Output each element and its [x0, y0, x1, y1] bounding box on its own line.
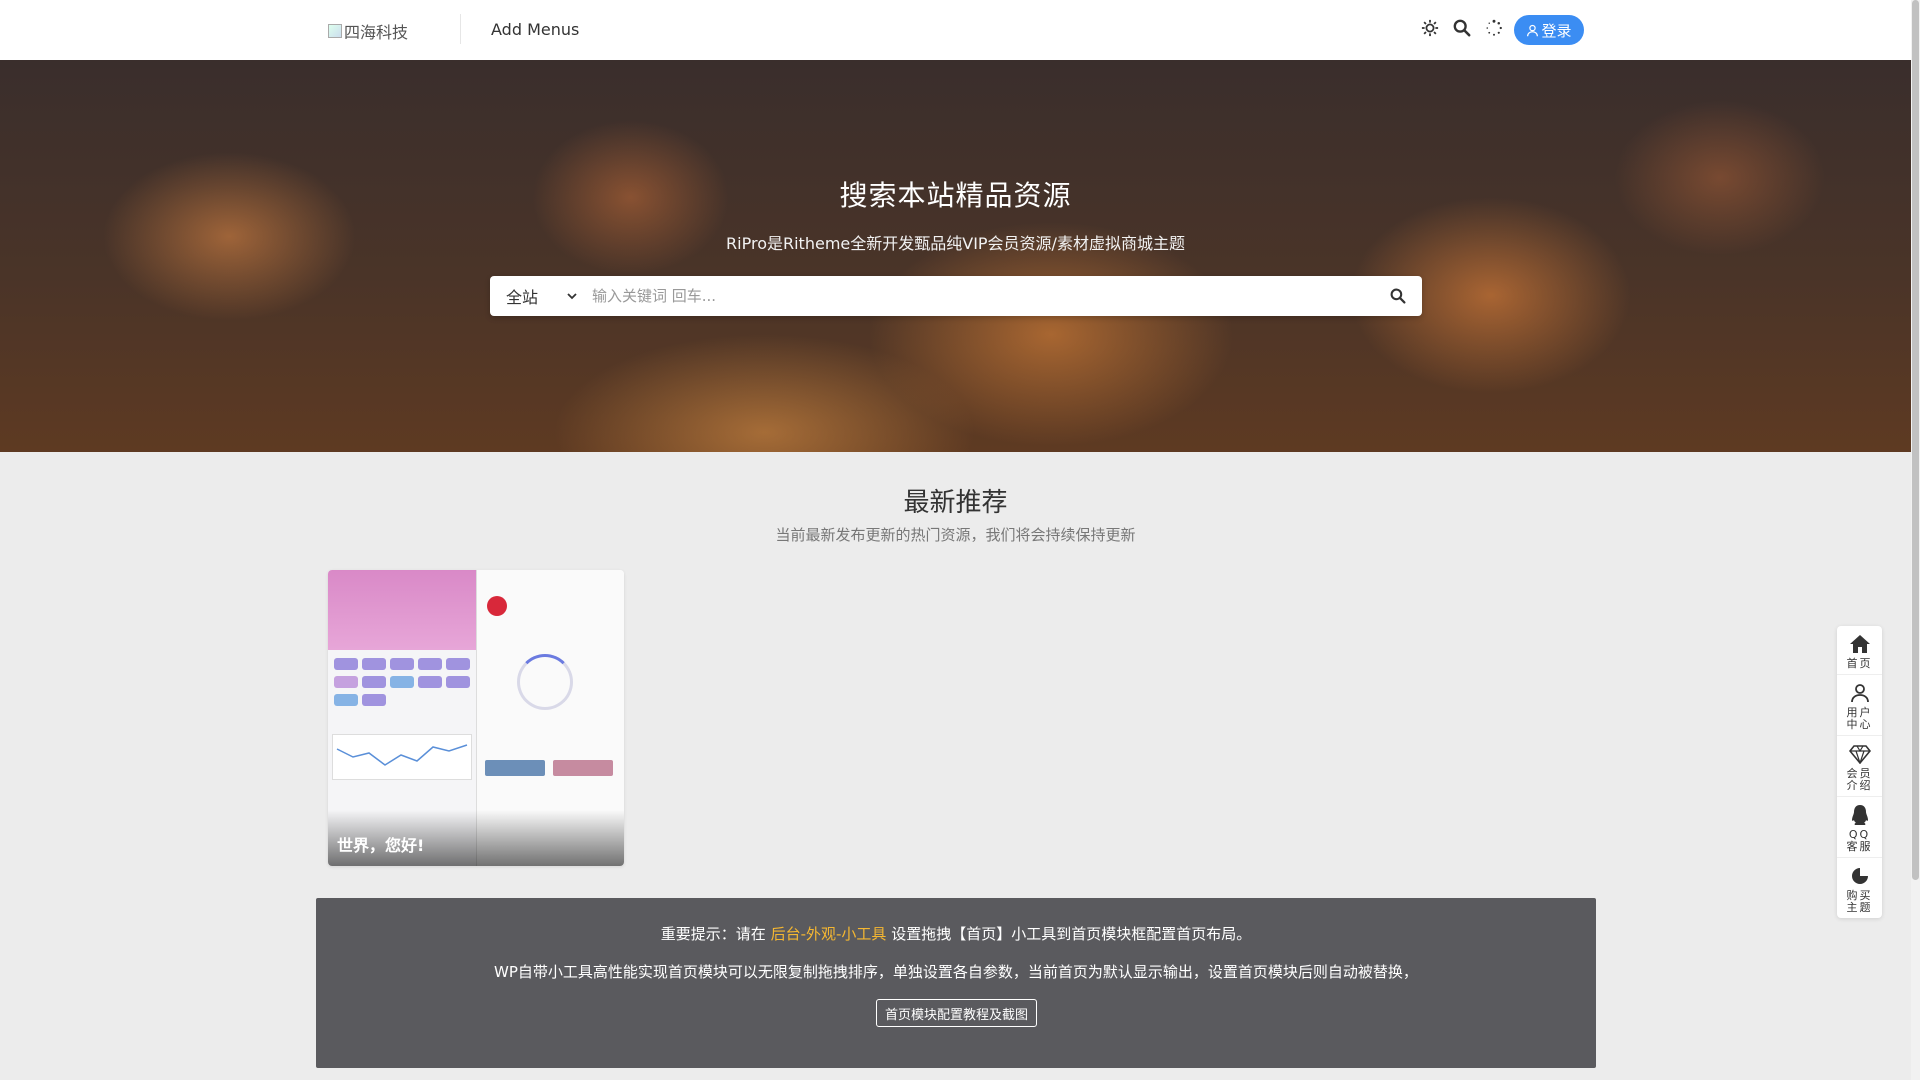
sidenav-user-center[interactable]: 用户中心 [1837, 675, 1882, 736]
thumbnail-button-blue [485, 760, 545, 776]
diamond-icon [1848, 742, 1872, 766]
loading-icon[interactable] [1483, 17, 1505, 39]
page-scrollbar[interactable] [1911, 0, 1920, 1080]
notice-line-1: 重要提示：请在 后台-外观-小工具 设置拖拽【首页】小工具到首页模块框配置首页布… [316, 923, 1596, 944]
site-logo[interactable]: 四海科技 [328, 19, 408, 43]
top-header: 四海科技 Add Menus 登录 [0, 0, 1911, 60]
search-scope-select[interactable]: 全站 [490, 276, 592, 316]
sidenav-label: 首页 [1846, 657, 1873, 670]
notice-widgets-link[interactable]: 后台-外观-小工具 [771, 925, 887, 943]
notice-prefix: 重要提示：请在 [660, 925, 766, 943]
search-bar: 全站 [490, 276, 1422, 316]
sidenav-label: 会员介绍 [1846, 767, 1873, 792]
thumbnail-button-pink [553, 760, 613, 776]
search-icon[interactable] [1451, 17, 1473, 39]
menu-add-menus[interactable]: Add Menus [491, 20, 579, 39]
tutorial-button[interactable]: 首页模块配置教程及截图 [876, 999, 1037, 1027]
user-icon [1527, 24, 1539, 36]
login-button[interactable]: 登录 [1514, 15, 1584, 45]
sidenav-buy-theme[interactable]: 购买主题 [1837, 858, 1882, 918]
search-input[interactable] [592, 276, 1374, 316]
chevron-down-icon [567, 293, 577, 300]
bank-logo-icon [487, 596, 507, 616]
hero-title: 搜索本站精品资源 [839, 179, 1072, 212]
hero-subtitle: RiPro是Ritheme全新开发甄品纯VIP会员资源/素材虚拟商城主题 [726, 234, 1185, 253]
login-label: 登录 [1541, 21, 1572, 40]
section-title: 最新推荐 [903, 488, 1008, 518]
sidenav-label: QQ客服 [1846, 828, 1873, 853]
sidenav-home[interactable]: 首页 [1837, 626, 1882, 675]
search-submit-button[interactable] [1374, 276, 1422, 316]
sidenav-label: 用户中心 [1846, 706, 1873, 731]
qq-icon [1848, 803, 1872, 827]
search-icon [1390, 288, 1406, 304]
sidenav-label: 购买主题 [1846, 889, 1873, 914]
thumbnail-chart [332, 734, 472, 780]
hero-banner: 搜索本站精品资源 RiPro是Ritheme全新开发甄品纯VIP会员资源/素材虚… [0, 60, 1911, 452]
theme-toggle-icon[interactable] [1419, 17, 1441, 39]
post-card[interactable]: 世界，您好! [328, 570, 624, 866]
shop-icon [1848, 864, 1872, 888]
sidenav-qq[interactable]: QQ客服 [1837, 797, 1882, 858]
home-icon [1848, 632, 1872, 656]
thumbnail-app-grid [334, 658, 470, 706]
notice-suffix: 设置拖拽【首页】小工具到首页模块框配置首页布局。 [891, 925, 1252, 943]
post-title[interactable]: 世界，您好! [337, 832, 424, 856]
section-subtitle: 当前最新发布更新的热门资源，我们将会持续保持更新 [775, 526, 1136, 544]
header-divider [460, 14, 461, 44]
broken-image-icon [328, 24, 342, 38]
thumbnail-ring [517, 654, 573, 710]
side-float-nav: 首页 用户中心 会员介绍 QQ客服 购买主题 [1837, 626, 1882, 918]
scrollbar-thumb[interactable] [1912, 0, 1919, 880]
notice-box: 重要提示：请在 后台-外观-小工具 设置拖拽【首页】小工具到首页模块框配置首页布… [316, 898, 1596, 1068]
sidenav-vip[interactable]: 会员介绍 [1837, 736, 1882, 797]
notice-line-2: WP自带小工具高性能实现首页模块可以无限复制拖拽排序，单独设置各自参数，当前首页… [494, 963, 1418, 981]
logo-alt-text: 四海科技 [344, 23, 409, 42]
search-scope-value: 全站 [506, 288, 539, 307]
user-icon [1848, 681, 1872, 705]
